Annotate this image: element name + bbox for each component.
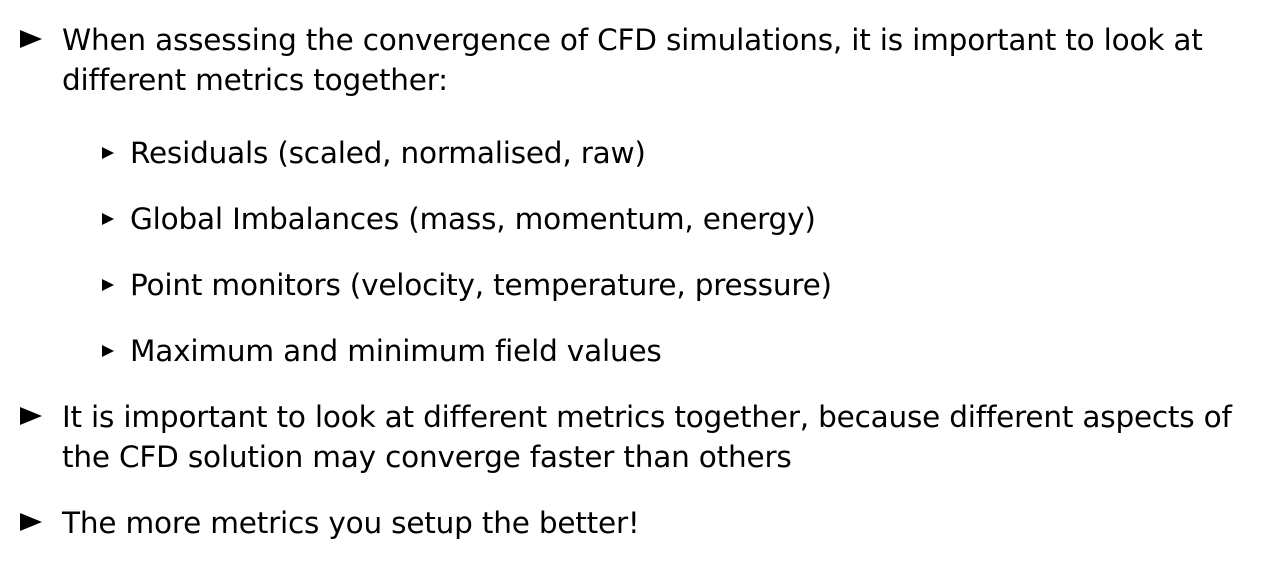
sub-bullet-item: Point monitors (velocity, temperature, p…	[102, 265, 1202, 305]
slide: When assessing the convergence of CFD si…	[0, 0, 1262, 572]
small-triangle-bullet-icon	[102, 213, 114, 225]
sub-bullet-text: Residuals (scaled, normalised, raw)	[130, 136, 646, 170]
sub-bullet-text: Global Imbalances (mass, momentum, energ…	[130, 202, 816, 236]
bullet-text: It is important to look at different met…	[62, 400, 1232, 474]
bullet-text: The more metrics you setup the better!	[62, 506, 640, 540]
triangle-bullet-icon	[20, 513, 42, 531]
sub-bullet-text: Maximum and minimum field values	[130, 334, 662, 368]
bullet-item: When assessing the convergence of CFD si…	[20, 20, 1240, 100]
triangle-bullet-icon	[20, 407, 42, 425]
triangle-bullet-icon	[20, 30, 42, 48]
sub-bullet-item: Residuals (scaled, normalised, raw)	[102, 133, 1202, 173]
small-triangle-bullet-icon	[102, 147, 114, 159]
sub-bullet-text: Point monitors (velocity, temperature, p…	[130, 268, 832, 302]
small-triangle-bullet-icon	[102, 279, 114, 291]
bullet-item: It is important to look at different met…	[20, 397, 1240, 477]
bullet-text: When assessing the convergence of CFD si…	[62, 23, 1203, 97]
small-triangle-bullet-icon	[102, 345, 114, 357]
bullet-item: The more metrics you setup the better!	[20, 503, 1240, 543]
sub-bullet-item: Global Imbalances (mass, momentum, energ…	[102, 199, 1202, 239]
sub-bullet-item: Maximum and minimum field values	[102, 331, 1202, 371]
